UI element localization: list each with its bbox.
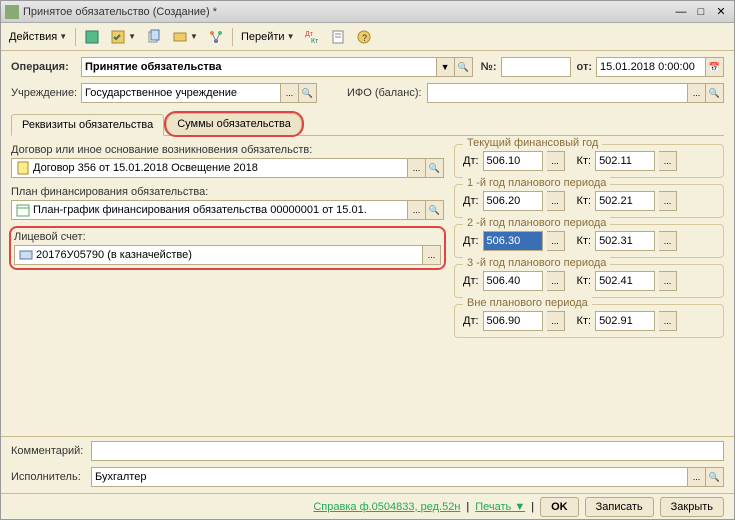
g1-kt-sel[interactable]: ... — [659, 151, 677, 171]
separator — [232, 28, 233, 46]
titlebar: Принятое обязательство (Создание) * — □ … — [1, 1, 734, 23]
close-button[interactable]: Закрыть — [660, 497, 724, 517]
save-button[interactable]: Записать — [585, 497, 654, 517]
g1-dt[interactable] — [483, 151, 543, 171]
org-field[interactable] — [81, 83, 281, 103]
g5-dt[interactable] — [483, 311, 543, 331]
comment-label: Комментарий: — [11, 445, 91, 457]
g4-dt-sel[interactable]: ... — [547, 271, 565, 291]
tb-basedon-icon[interactable]: ▼ — [168, 26, 202, 48]
svg-text:Дт: Дт — [305, 31, 314, 38]
goto-menu[interactable]: Перейти▼ — [237, 26, 299, 48]
tb-save-icon[interactable] — [80, 26, 104, 48]
toolbar: Действия▼ ▼ ▼ Перейти▼ ДтКт ? — [1, 23, 734, 51]
number-field[interactable] — [501, 57, 571, 77]
g4-dt[interactable] — [483, 271, 543, 291]
tb-copy-icon[interactable] — [142, 26, 166, 48]
actions-menu[interactable]: Действия▼ — [5, 26, 71, 48]
footer: Справка ф.0504833, ред.52н | Печать ▼ | … — [1, 493, 734, 519]
account-select[interactable]: ... — [423, 245, 441, 265]
tb-help-icon[interactable]: ? — [352, 26, 376, 48]
executor-field[interactable] — [91, 467, 688, 487]
window-title: Принятое обязательство (Создание) * — [23, 6, 670, 18]
operation-dropdown[interactable]: ▼ — [437, 57, 455, 77]
plan-search[interactable]: 🔍 — [426, 200, 444, 220]
g4-kt[interactable] — [595, 271, 655, 291]
group-current-year: Текущий финансовый год Дт: ... Кт: ... — [454, 144, 724, 178]
help-link[interactable]: Справка ф.0504833, ред.52н — [313, 501, 460, 513]
operation-field[interactable] — [81, 57, 437, 77]
g1-kt[interactable] — [595, 151, 655, 171]
tab-requisites[interactable]: Реквизиты обязательства — [11, 114, 164, 136]
g3-kt-sel[interactable]: ... — [659, 231, 677, 251]
g2-kt[interactable] — [595, 191, 655, 211]
tb-dtkt-icon[interactable]: ДтКт — [300, 26, 324, 48]
left-column: Договор или иное основание возникновения… — [11, 144, 444, 428]
document-icon — [15, 160, 31, 176]
schedule-icon — [15, 202, 31, 218]
tabs: Реквизиты обязательства Суммы обязательс… — [11, 113, 724, 136]
org-select[interactable]: ... — [281, 83, 299, 103]
bottom-form: Комментарий: Исполнитель: ... 🔍 — [1, 436, 734, 493]
date-picker[interactable]: 📅 — [706, 57, 724, 77]
ifo-label: ИФО (баланс): — [347, 87, 427, 99]
executor-select[interactable]: ... — [688, 467, 706, 487]
group-year2: 2 -й год планового периода Дт: ... Кт: .… — [454, 224, 724, 258]
g3-kt[interactable] — [595, 231, 655, 251]
account-icon — [18, 247, 34, 263]
ok-button[interactable]: OK — [540, 497, 579, 517]
org-label: Учреждение: — [11, 87, 81, 99]
org-search[interactable]: 🔍 — [299, 83, 317, 103]
ifo-select[interactable]: ... — [688, 83, 706, 103]
g2-kt-sel[interactable]: ... — [659, 191, 677, 211]
app-window: Принятое обязательство (Создание) * — □ … — [0, 0, 735, 520]
g3-dt[interactable] — [483, 231, 543, 251]
plan-select[interactable]: ... — [408, 200, 426, 220]
ifo-field[interactable] — [427, 83, 688, 103]
tb-report-icon[interactable] — [326, 26, 350, 48]
account-label: Лицевой счет: — [14, 231, 441, 243]
print-link[interactable]: Печать ▼ — [475, 501, 525, 513]
g2-dt-sel[interactable]: ... — [547, 191, 565, 211]
executor-label: Исполнитель: — [11, 471, 91, 483]
svg-text:Кт: Кт — [311, 38, 319, 45]
comment-field[interactable] — [91, 441, 724, 461]
contract-label: Договор или иное основание возникновения… — [11, 144, 444, 156]
operation-label: Операция: — [11, 61, 81, 73]
close-button[interactable]: ✕ — [712, 4, 730, 20]
number-label: №: — [481, 61, 497, 73]
g5-kt-sel[interactable]: ... — [659, 311, 677, 331]
g5-dt-sel[interactable]: ... — [547, 311, 565, 331]
from-label: от: — [577, 61, 593, 73]
tab-sums[interactable]: Суммы обязательства — [166, 113, 302, 135]
app-icon — [5, 5, 19, 19]
group-year1: 1 -й год планового периода Дт: ... Кт: .… — [454, 184, 724, 218]
tb-post-icon[interactable]: ▼ — [106, 26, 140, 48]
plan-label: План финансирования обязательства: — [11, 186, 444, 198]
g5-kt[interactable] — [595, 311, 655, 331]
maximize-button[interactable]: □ — [692, 4, 710, 20]
minimize-button[interactable]: — — [672, 4, 690, 20]
right-column: Текущий финансовый год Дт: ... Кт: ... 1… — [454, 144, 724, 428]
operation-search[interactable]: 🔍 — [455, 57, 473, 77]
group-year3: 3 -й год планового периода Дт: ... Кт: .… — [454, 264, 724, 298]
date-field[interactable] — [596, 57, 706, 77]
header-form: Операция: ▼ 🔍 №: от: 📅 Учреждение: ... 🔍… — [1, 51, 734, 113]
svg-text:?: ? — [362, 33, 367, 43]
plan-field[interactable]: План-график финансирования обязательства… — [11, 200, 408, 220]
group-beyond: Вне планового периода Дт: ... Кт: ... — [454, 304, 724, 338]
tb-structure-icon[interactable] — [204, 26, 228, 48]
g4-kt-sel[interactable]: ... — [659, 271, 677, 291]
executor-search[interactable]: 🔍 — [706, 467, 724, 487]
separator — [75, 28, 76, 46]
contract-field[interactable]: Договор 356 от 15.01.2018 Освещение 2018 — [11, 158, 408, 178]
account-field[interactable]: 20176У05790 (в казначействе) — [14, 245, 423, 265]
ifo-search[interactable]: 🔍 — [706, 83, 724, 103]
tab-content: Договор или иное основание возникновения… — [1, 136, 734, 436]
g2-dt[interactable] — [483, 191, 543, 211]
contract-search[interactable]: 🔍 — [426, 158, 444, 178]
contract-select[interactable]: ... — [408, 158, 426, 178]
g3-dt-sel[interactable]: ... — [547, 231, 565, 251]
g1-dt-sel[interactable]: ... — [547, 151, 565, 171]
